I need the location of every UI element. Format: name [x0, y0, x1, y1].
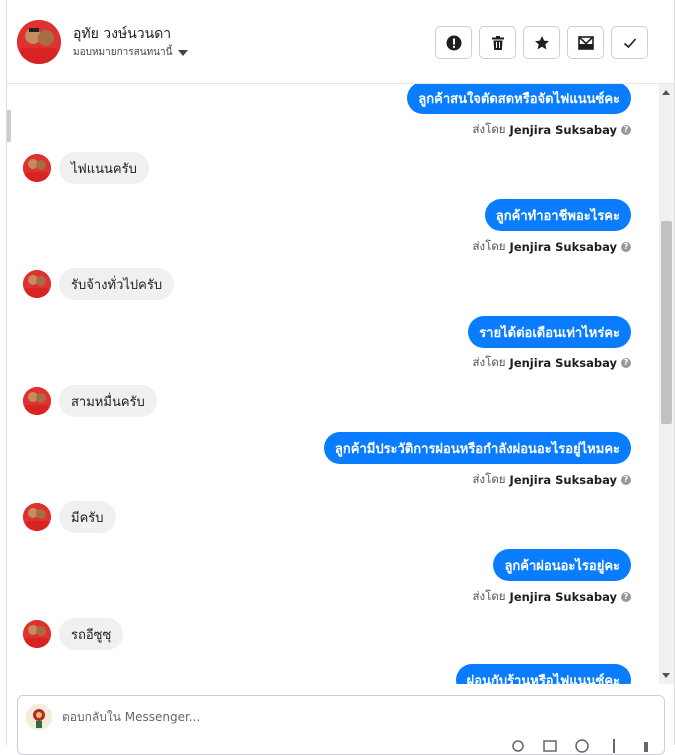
message-text: ลูกค้าสนใจตัดสดหรือจัดไฟแนนซ์คะ [418, 91, 620, 107]
incoming-message: สามหมื่นครับ [23, 385, 157, 417]
mark-unread-button[interactable] [567, 26, 604, 59]
outgoing-message: ลูกค้าผ่อนอะไรอยู่คะ [493, 549, 631, 581]
outgoing-message: ลูกค้าทำอาชีพอะไรคะ [484, 199, 631, 231]
assign-label: มอบหมายการสนทนานี้ [73, 47, 173, 58]
incoming-message: มีครับ [23, 501, 116, 533]
info-icon[interactable]: ? [621, 592, 631, 602]
outgoing-message: ผ่อนกับร้านหรือไฟแนนซ์คะ [455, 664, 631, 685]
emoji-icon[interactable] [574, 738, 590, 754]
alert-icon [446, 35, 461, 50]
sender-name: Jenjira Suksabay [509, 240, 617, 254]
page-avatar [26, 704, 52, 730]
trash-icon [491, 35, 504, 50]
reply-input[interactable] [62, 710, 462, 724]
check-icon [623, 37, 636, 48]
sent-by-label: ส่งโดย Jenjira Suksabay? [473, 238, 631, 256]
message-text: รับจ้างทั่วไปครับ [59, 268, 175, 300]
contact-avatar-small [23, 503, 51, 531]
info-icon[interactable]: ? [621, 475, 631, 485]
image-icon[interactable] [542, 738, 558, 754]
messenger-panel: อุทัย วงษ์นวนดา มอบหมายการสนทนานี้ ลูกค้… [6, 0, 675, 755]
attachment-icon[interactable] [510, 738, 526, 754]
contact-name[interactable]: อุทัย วงษ์นวนดา [73, 23, 171, 45]
sent-prefix: ส่งโดย [472, 355, 506, 369]
delete-button[interactable] [479, 26, 516, 59]
contact-avatar-small [23, 387, 51, 415]
incoming-message: รับจ้างทั่วไปครับ [23, 268, 175, 300]
sent-prefix: ส่งโดย [472, 472, 506, 486]
sender-name: Jenjira Suksabay [509, 356, 617, 370]
message-text: ไฟแนนครับ [59, 152, 149, 184]
contact-avatar-small [23, 270, 51, 298]
conversation-toolbar [435, 26, 648, 59]
assign-conversation-dropdown[interactable]: มอบหมายการสนทนานี้ [73, 45, 189, 60]
outgoing-message: ลูกค้าสนใจตัดสดหรือจัดไฟแนนซ์คะ [407, 84, 631, 114]
message-text: ผ่อนกับร้านหรือไฟแนนซ์คะ [466, 673, 620, 685]
info-icon[interactable]: ? [621, 358, 631, 368]
outgoing-message: ลูกค้ามีประวัติการผ่อนหรือกำลังผ่อนอะไรอ… [323, 432, 631, 464]
sent-by-label: ส่งโดย Jenjira Suksabay? [473, 121, 631, 139]
info-icon[interactable]: ? [621, 125, 631, 135]
envelope-icon [577, 35, 594, 50]
outgoing-message: รายได้ต่อเดือนเท่าไหร่คะ [468, 316, 631, 348]
sent-prefix: ส่งโดย [472, 239, 506, 253]
message-text: รถอีซูซุ [59, 618, 124, 650]
sent-by-label: ส่งโดย Jenjira Suksabay? [473, 471, 631, 489]
message-scrollbar[interactable] [659, 84, 674, 684]
contact-avatar-small [23, 620, 51, 648]
sent-prefix: ส่งโดย [472, 589, 506, 603]
info-icon[interactable]: ? [621, 242, 631, 252]
contact-avatar[interactable] [17, 20, 61, 64]
message-text: มีครับ [59, 501, 116, 533]
star-icon [534, 35, 549, 49]
scroll-down-arrow-icon[interactable] [662, 673, 670, 678]
payment-icon[interactable] [606, 738, 622, 754]
sender-name: Jenjira Suksabay [509, 123, 617, 137]
sender-name: Jenjira Suksabay [509, 473, 617, 487]
like-icon[interactable] [638, 738, 654, 754]
sent-by-label: ส่งโดย Jenjira Suksabay? [473, 354, 631, 372]
conversation-header: อุทัย วงษ์นวนดา มอบหมายการสนทนานี้ [7, 0, 675, 84]
message-text: รายได้ต่อเดือนเท่าไหร่คะ [479, 325, 620, 341]
scroll-thumb[interactable] [661, 221, 672, 424]
message-text: ลูกค้าผ่อนอะไรอยู่คะ [504, 558, 620, 574]
contact-avatar-small [23, 154, 51, 182]
chevron-down-icon [178, 49, 189, 56]
message-text: ลูกค้าทำอาชีพอะไรคะ [495, 208, 620, 224]
spam-button[interactable] [435, 26, 472, 59]
reply-composer [17, 695, 665, 755]
message-text: สามหมื่นครับ [59, 385, 157, 417]
sent-by-label: ส่งโดย Jenjira Suksabay? [473, 588, 631, 606]
star-button[interactable] [523, 26, 560, 59]
done-button[interactable] [611, 26, 648, 59]
incoming-message: ไฟแนนครับ [23, 152, 149, 184]
sender-name: Jenjira Suksabay [509, 590, 617, 604]
incoming-message: รถอีซูซุ [23, 618, 124, 650]
scroll-up-arrow-icon[interactable] [662, 90, 670, 95]
message-list: ลูกค้าสนใจตัดสดหรือจัดไฟแนนซ์คะ ส่งโดย Je… [7, 84, 661, 684]
message-text: ลูกค้ามีประวัติการผ่อนหรือกำลังผ่อนอะไรอ… [334, 441, 620, 457]
sent-prefix: ส่งโดย [472, 122, 506, 136]
